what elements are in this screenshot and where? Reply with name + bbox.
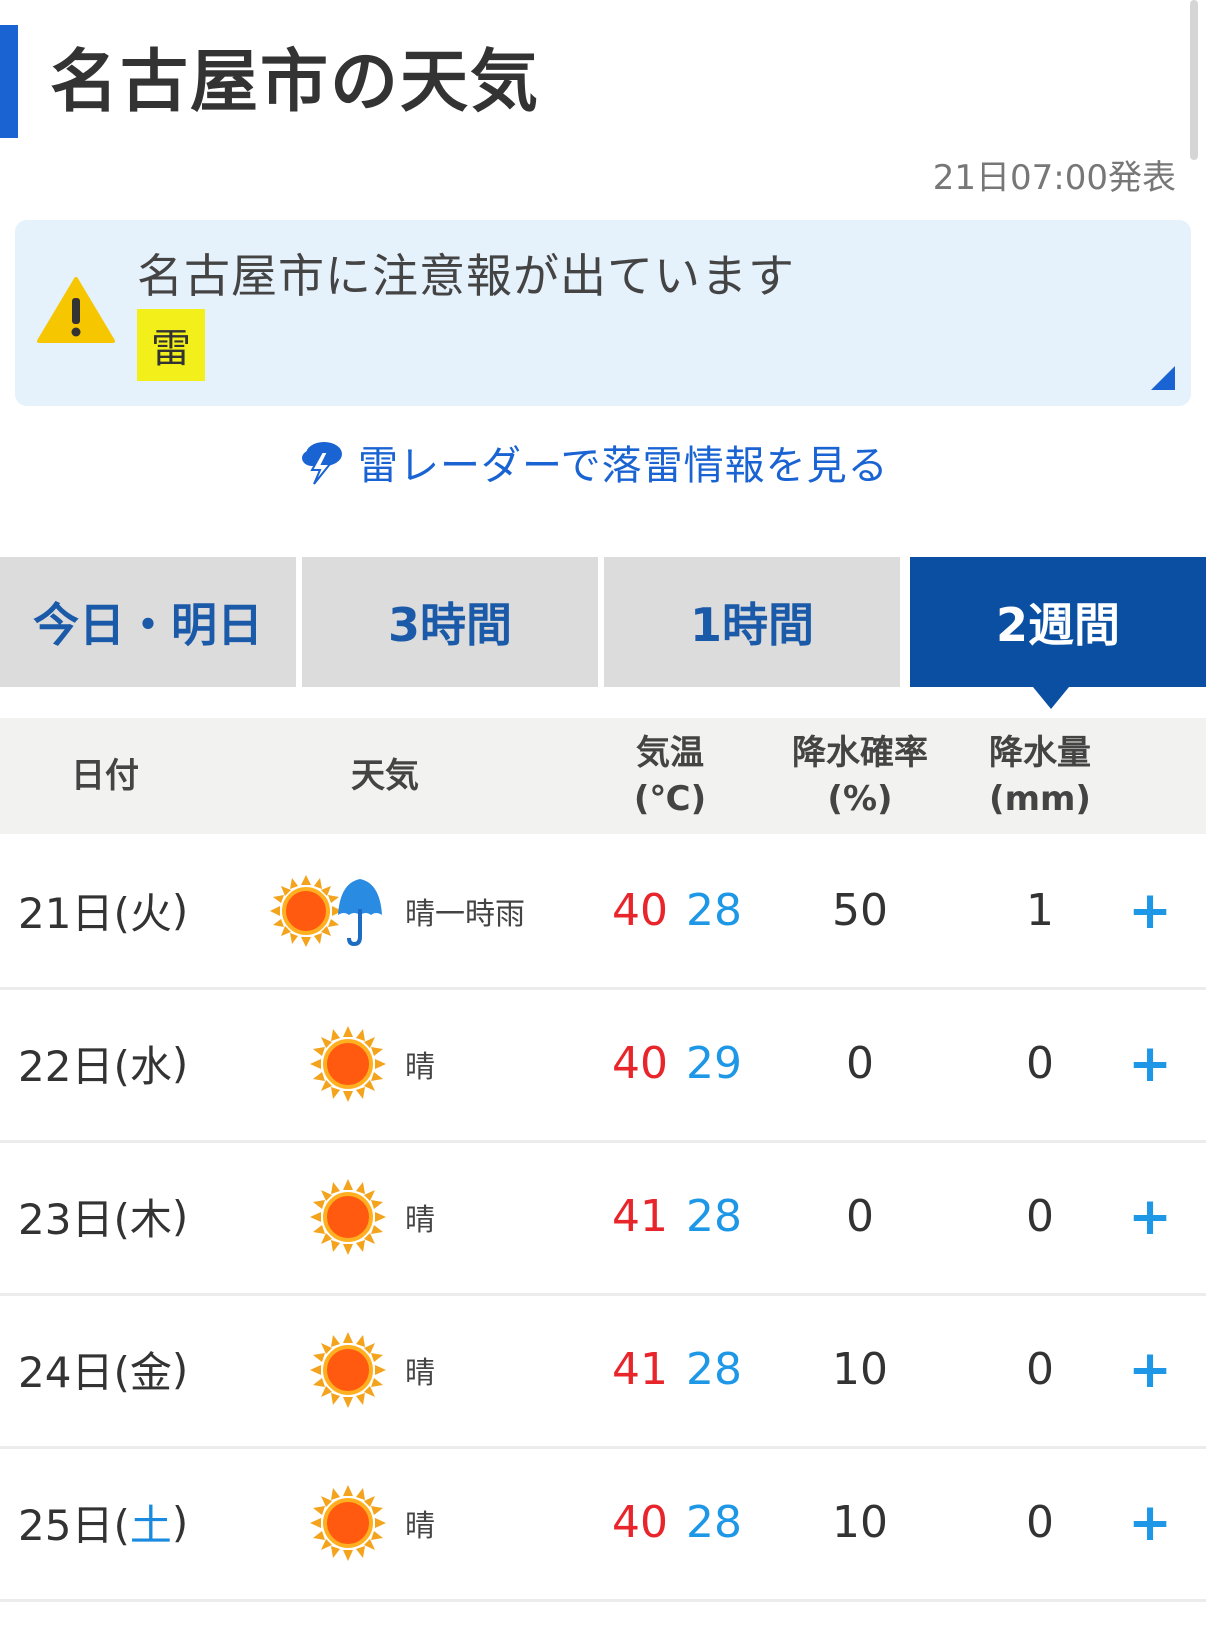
header-precip-amount: 降水量 (mm) (989, 733, 1091, 819)
row-date: 25日(土) (18, 1498, 189, 1550)
row-precip-amount: 0 (1026, 1344, 1054, 1395)
row-precip-probability: 10 (832, 1497, 888, 1548)
scrollbar[interactable] (1190, 0, 1198, 160)
row-weather: 晴 (405, 1508, 435, 1544)
published-time: 21日07:00発表 (932, 158, 1176, 198)
alert-box[interactable]: 名古屋市に注意報が出ています 雷 (15, 220, 1191, 406)
forecast-tabs: 今日・明日 3時間 1時間 2週間 (0, 557, 1206, 687)
row-precip-probability: 50 (832, 885, 888, 936)
thunder-radar-link[interactable]: 雷レーダーで落雷情報を見る (300, 432, 889, 492)
thunder-icon (302, 442, 342, 485)
row-precip-amount: 0 (1026, 1038, 1054, 1089)
warning-icon (37, 277, 115, 343)
row-precip-probability: 10 (832, 1344, 888, 1395)
table-row[interactable]: 21日(火) 晴一時雨 40 28 50 1 + (0, 834, 1206, 990)
row-temp-low: 28 (686, 885, 742, 936)
row-weather: 晴一時雨 (405, 896, 525, 932)
header-temperature: 気温 (℃) (633, 733, 707, 819)
row-precip-probability: 0 (846, 1191, 874, 1242)
header-date: 日付 (71, 756, 139, 796)
alert-badge-thunder[interactable]: 雷 (137, 309, 205, 381)
sun-icon (306, 1140, 390, 1293)
corner-triangle-icon (1151, 366, 1175, 390)
row-precip-probability: 0 (846, 1038, 874, 1089)
header-precip-probability: 降水確率 (%) (792, 733, 928, 819)
row-temp-high: 40 (612, 885, 668, 936)
expand-button[interactable]: + (1128, 1293, 1172, 1446)
sun-icon (306, 1293, 390, 1446)
row-temp-low: 28 (686, 1497, 742, 1548)
row-precip-amount: 0 (1026, 1191, 1054, 1242)
header-weather: 天気 (351, 756, 419, 796)
table-row[interactable]: 25日(土) 晴 40 28 10 0 + (0, 1446, 1206, 1602)
sun-icon (306, 987, 390, 1140)
tab-3-hours[interactable]: 3時間 (302, 557, 598, 687)
tab-today-tomorrow[interactable]: 今日・明日 (0, 557, 296, 687)
sun-umbrella-icon (250, 834, 410, 987)
tab-2-weeks[interactable]: 2週間 (910, 557, 1206, 687)
row-precip-amount: 1 (1026, 885, 1054, 936)
row-temp-low: 29 (686, 1038, 742, 1089)
expand-button[interactable]: + (1128, 1140, 1172, 1293)
row-temp-high: 40 (612, 1038, 668, 1089)
row-date: 21日(火) (18, 886, 189, 938)
row-temp-low: 28 (686, 1191, 742, 1242)
expand-button[interactable]: + (1128, 834, 1172, 987)
row-temp-high: 40 (612, 1497, 668, 1548)
row-precip-amount: 0 (1026, 1497, 1054, 1548)
row-weather: 晴 (405, 1355, 435, 1391)
row-date: 24日(金) (18, 1345, 189, 1397)
row-date: 22日(水) (18, 1039, 189, 1091)
row-temp-high: 41 (612, 1344, 668, 1395)
expand-button[interactable]: + (1128, 1446, 1172, 1599)
thunder-radar-link-label: 雷レーダーで落雷情報を見る (358, 443, 889, 489)
table-row[interactable]: 23日(木) 晴 41 28 0 0 + (0, 1140, 1206, 1296)
row-date: 23日(木) (18, 1192, 189, 1244)
table-header: 日付 天気 気温 (℃) 降水確率 (%) 降水量 (mm) (0, 718, 1206, 834)
active-tab-pointer (1033, 687, 1069, 709)
expand-button[interactable]: + (1128, 987, 1172, 1140)
row-weather: 晴 (405, 1202, 435, 1238)
row-temp-low: 28 (686, 1344, 742, 1395)
tab-1-hour[interactable]: 1時間 (604, 557, 900, 687)
alert-message: 名古屋市に注意報が出ています (137, 249, 795, 303)
row-weather: 晴 (405, 1049, 435, 1085)
title-accent-bar (0, 25, 18, 138)
row-temp-high: 41 (612, 1191, 668, 1242)
table-row[interactable]: 22日(水) 晴 40 29 0 0 + (0, 987, 1206, 1143)
table-row[interactable]: 24日(金) 晴 41 28 10 0 + (0, 1293, 1206, 1449)
sun-icon (306, 1446, 390, 1599)
page-title: 名古屋市の天気 (50, 43, 541, 122)
